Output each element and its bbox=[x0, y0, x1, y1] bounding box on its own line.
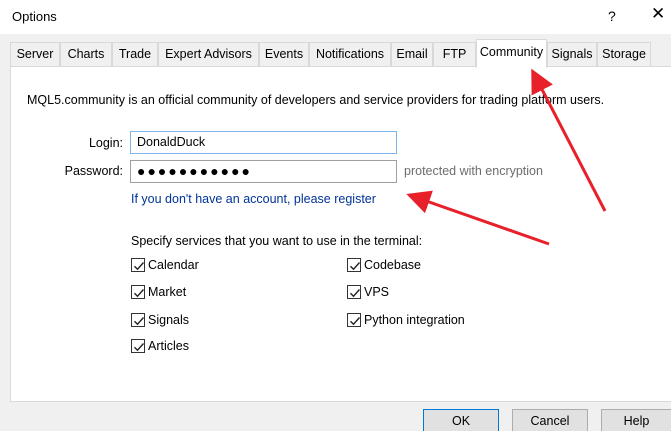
services-label: Specify services that you want to use in… bbox=[131, 234, 423, 248]
tab-expert-advisors[interactable]: Expert Advisors bbox=[158, 42, 259, 67]
cancel-button[interactable]: Cancel bbox=[512, 409, 588, 431]
checkbox-label: Python integration bbox=[364, 313, 465, 327]
checkbox-label: Calendar bbox=[148, 258, 199, 272]
tab-email[interactable]: Email bbox=[391, 42, 433, 67]
checkbox-signals[interactable]: Signals bbox=[131, 312, 189, 328]
tab-server[interactable]: Server bbox=[10, 42, 60, 67]
window-title: Options bbox=[12, 9, 57, 24]
close-icon[interactable]: ✕ bbox=[651, 5, 665, 22]
encryption-note: protected with encryption bbox=[404, 164, 543, 178]
checkbox-label: Market bbox=[148, 285, 187, 299]
help-question-icon[interactable]: ? bbox=[608, 8, 616, 24]
checkbox-checked-icon bbox=[131, 258, 145, 272]
checkbox-label: Signals bbox=[148, 313, 189, 327]
register-link[interactable]: If you don't have an account, please reg… bbox=[131, 192, 376, 206]
checkbox-articles[interactable]: Articles bbox=[131, 338, 189, 354]
checkbox-checked-icon bbox=[347, 258, 361, 272]
tab-trade[interactable]: Trade bbox=[112, 42, 158, 67]
checkbox-checked-icon bbox=[347, 285, 361, 299]
checkbox-vps[interactable]: VPS bbox=[347, 284, 389, 300]
checkbox-checked-icon bbox=[347, 313, 361, 327]
checkbox-python-integration[interactable]: Python integration bbox=[347, 312, 465, 328]
password-label: Password: bbox=[64, 164, 123, 178]
password-input[interactable]: ●●●●●●●●●●● bbox=[130, 160, 397, 183]
tab-charts[interactable]: Charts bbox=[60, 42, 112, 67]
checkbox-checked-icon bbox=[131, 339, 145, 353]
checkbox-checked-icon bbox=[131, 285, 145, 299]
checkbox-codebase[interactable]: Codebase bbox=[347, 257, 421, 273]
checkbox-label: Codebase bbox=[364, 258, 421, 272]
tab-storage[interactable]: Storage bbox=[597, 42, 651, 67]
checkbox-label: VPS bbox=[364, 285, 390, 299]
tab-community[interactable]: Community bbox=[476, 39, 547, 68]
tab-events[interactable]: Events bbox=[259, 42, 309, 67]
title-bar: Options ? ✕ bbox=[0, 0, 671, 34]
tab-ftp[interactable]: FTP bbox=[433, 42, 476, 67]
checkbox-market[interactable]: Market bbox=[131, 284, 186, 300]
help-button[interactable]: Help bbox=[601, 409, 671, 431]
checkbox-calendar[interactable]: Calendar bbox=[131, 257, 199, 273]
community-intro-text: MQL5.community is an official community … bbox=[27, 93, 605, 107]
tab-notifications[interactable]: Notifications bbox=[309, 42, 391, 67]
login-label: Login: bbox=[88, 136, 123, 150]
tab-signals[interactable]: Signals bbox=[547, 42, 597, 67]
checkbox-checked-icon bbox=[131, 313, 145, 327]
login-input[interactable]: DonaldDuck bbox=[130, 131, 397, 154]
checkbox-label: Articles bbox=[148, 339, 189, 353]
ok-button[interactable]: OK bbox=[423, 409, 499, 431]
